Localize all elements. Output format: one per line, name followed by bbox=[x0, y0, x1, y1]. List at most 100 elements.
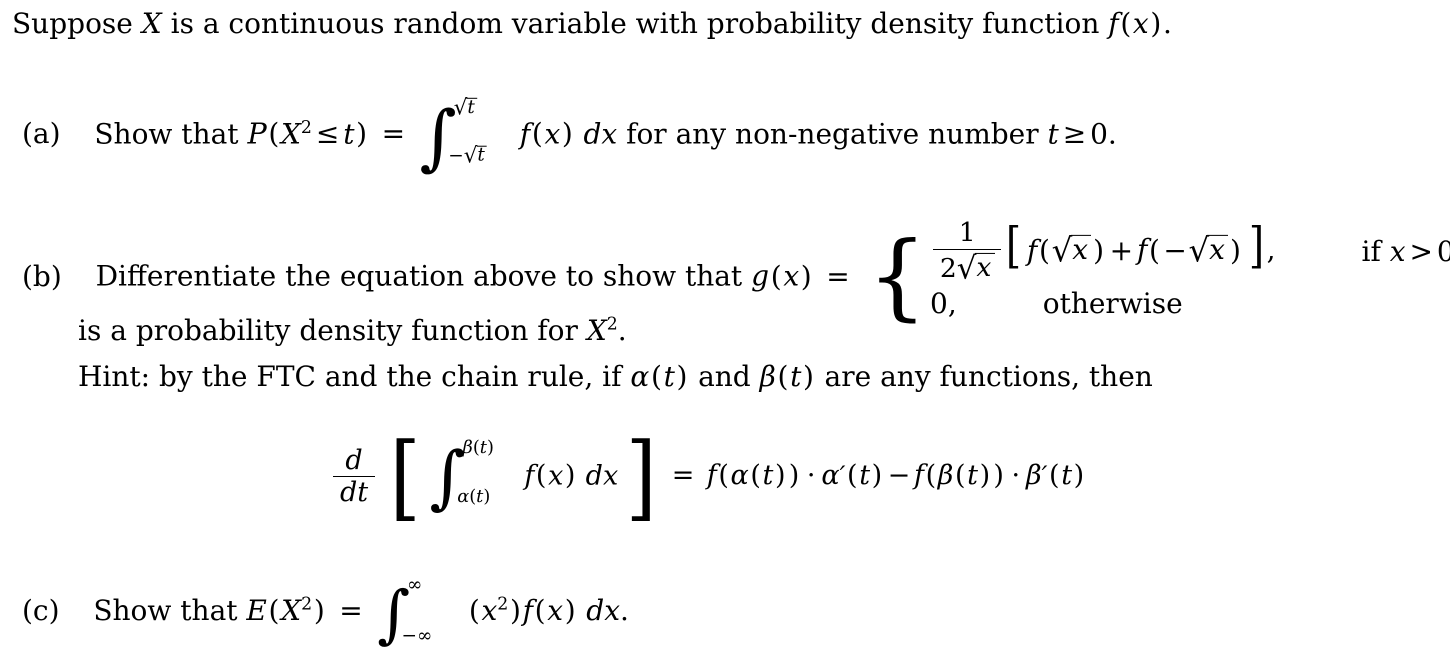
hint-label: Hint: bbox=[78, 360, 151, 393]
case-positive-condition: if x >0 bbox=[1362, 238, 1450, 266]
term2-f: f bbox=[1136, 233, 1148, 267]
paren-close: ) bbox=[356, 117, 368, 151]
function-g: g bbox=[751, 259, 770, 293]
relation-geq: ≥ bbox=[1062, 117, 1087, 151]
condition-value: 0 bbox=[1090, 117, 1108, 151]
paren-close: ) bbox=[1093, 233, 1105, 267]
equals-sign: = bbox=[381, 117, 406, 151]
probability-symbol: P bbox=[247, 116, 267, 151]
variable-t: t bbox=[343, 117, 355, 151]
variable-X: X bbox=[586, 314, 607, 347]
if-keyword: if bbox=[1361, 235, 1381, 268]
radicand: x bbox=[1207, 234, 1229, 263]
multiplication-dot: · bbox=[806, 460, 816, 492]
paren-close: ) bbox=[486, 436, 494, 458]
condition-variable: x bbox=[1389, 235, 1406, 268]
variable-t: t bbox=[967, 460, 978, 492]
minus-sign: − bbox=[887, 460, 911, 492]
derivative-denominator: dt bbox=[333, 476, 375, 507]
upper-limit: √t bbox=[454, 97, 493, 119]
sqrt-x: √x bbox=[1052, 233, 1092, 266]
paren-open: ( bbox=[1038, 233, 1050, 267]
minus-sign: − bbox=[1163, 233, 1187, 267]
bracket-open: [ bbox=[389, 422, 421, 531]
preamble-text-2: is a continuous random variable with pro… bbox=[170, 7, 1100, 40]
derivative-operator: d dt bbox=[333, 446, 375, 507]
paren-close: ) bbox=[564, 460, 576, 492]
bracket-close: ] bbox=[1249, 216, 1265, 274]
part-a-text-before: Show that bbox=[94, 117, 239, 151]
paren-open: ( bbox=[1049, 460, 1060, 492]
paren-close: ) bbox=[313, 594, 325, 628]
left-brace: { bbox=[867, 221, 928, 331]
paren-close: ) bbox=[564, 594, 576, 628]
part-b-continuation-1: is a probability density function for X2… bbox=[78, 314, 627, 347]
paren-close: ) bbox=[1229, 233, 1241, 267]
integrand-f: f bbox=[519, 117, 531, 151]
case-row-otherwise: 0, otherwise bbox=[930, 278, 1450, 330]
paren-open: ( bbox=[954, 460, 966, 492]
piecewise-cases: { 1 2√x [f(√x) + f(−√x)], if x >0 0, ot… bbox=[867, 216, 1450, 331]
part-b-text-before: Differentiate the equation above to show… bbox=[95, 259, 743, 293]
sqrt-t: √t bbox=[454, 97, 478, 119]
lower-limit: α(t) bbox=[457, 485, 491, 507]
paren-close: ) bbox=[510, 594, 521, 628]
paren-close: ) bbox=[871, 460, 883, 492]
paren-close: ) bbox=[774, 460, 786, 492]
paren-open: ( bbox=[534, 594, 546, 628]
integrand-f: f bbox=[522, 594, 533, 628]
variable-X: X bbox=[141, 7, 162, 40]
document-page: Suppose X is a continuous random variabl… bbox=[0, 0, 1450, 668]
term1-f: f bbox=[1026, 233, 1038, 267]
sqrt-x: √x bbox=[957, 251, 995, 285]
variable-t: t bbox=[1061, 460, 1073, 492]
period: . bbox=[1163, 7, 1172, 40]
variable-t: t bbox=[663, 360, 675, 393]
upper-limit: ∞ bbox=[407, 574, 423, 596]
exponent-2: 2 bbox=[606, 314, 618, 335]
part-a-line: (a) Show that P(X2 ≤ t) = ∫ √t −√t f(x) dx… bbox=[22, 97, 1117, 172]
condition-variable: t bbox=[1047, 117, 1059, 151]
preamble-text-1: Suppose bbox=[12, 7, 133, 40]
paren-open: ( bbox=[925, 460, 937, 492]
paren-close: ) bbox=[483, 485, 491, 507]
variable-x: x bbox=[481, 594, 498, 628]
minus-sign: − bbox=[448, 145, 464, 167]
radicand: x bbox=[1070, 234, 1092, 263]
hint-text-1: by the FTC and the chain rule, if bbox=[159, 360, 622, 393]
period: . bbox=[1107, 117, 1117, 151]
paren-open: ( bbox=[469, 485, 477, 507]
bracket-close: ] bbox=[625, 422, 657, 531]
variable-t: t bbox=[790, 360, 802, 393]
variable-x: x bbox=[544, 117, 561, 151]
differential-var: x bbox=[602, 460, 619, 492]
paren-close: ) bbox=[979, 460, 991, 492]
rhs-f1: f bbox=[706, 460, 717, 492]
period: . bbox=[617, 314, 627, 347]
case-row-positive: 1 2√x [f(√x) + f(−√x)], if x >0 bbox=[930, 216, 1450, 285]
exponent-2: 2 bbox=[301, 594, 313, 615]
variable-X: X bbox=[280, 117, 301, 151]
case-otherwise-condition: otherwise bbox=[1042, 287, 1183, 320]
variable-X: X bbox=[281, 594, 302, 628]
alpha-symbol: α bbox=[821, 460, 840, 492]
variable-t: t bbox=[762, 460, 774, 492]
paren-open: ( bbox=[531, 117, 543, 151]
paren-close: ) bbox=[1073, 460, 1085, 492]
numerator: 1 bbox=[958, 217, 976, 249]
beta-symbol: β bbox=[1025, 460, 1042, 492]
paren-close: ) bbox=[676, 360, 688, 393]
differential-var: x bbox=[604, 594, 620, 628]
period: . bbox=[619, 594, 629, 628]
bracketed-integral: [ ∫ β(t) α(t) f(x) dx ] bbox=[387, 422, 660, 531]
preamble-line: Suppose X is a continuous random variabl… bbox=[12, 10, 1172, 38]
paren-open: ( bbox=[268, 594, 280, 628]
bracket-open: [ bbox=[1006, 216, 1022, 274]
exponent-2: 2 bbox=[497, 594, 509, 615]
paren-open: ( bbox=[847, 460, 858, 492]
beta-symbol: β bbox=[937, 460, 954, 492]
paren-close: ) bbox=[803, 360, 814, 393]
variable-x: x bbox=[548, 460, 564, 492]
alpha-symbol: α bbox=[457, 485, 470, 507]
hint-text-2: and bbox=[698, 360, 751, 393]
